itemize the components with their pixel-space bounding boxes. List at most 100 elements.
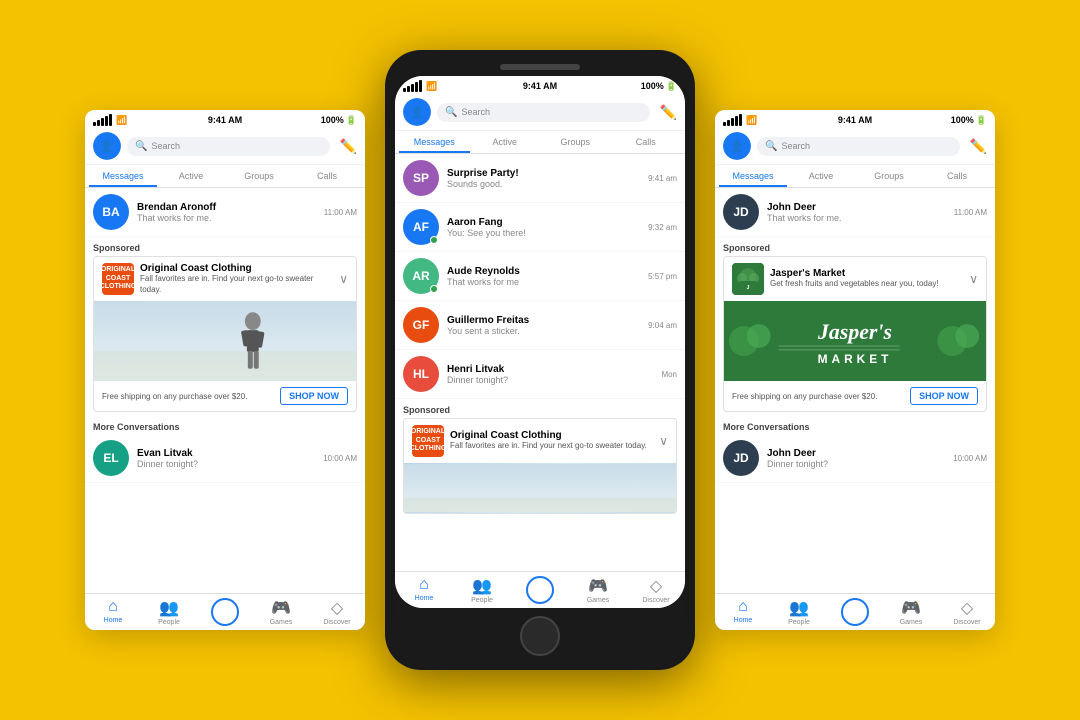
- nav-discover-right[interactable]: ◇ Discover: [939, 598, 995, 626]
- online-indicator: [430, 236, 438, 244]
- games-icon: 🎮: [588, 576, 608, 596]
- right-user-avatar: 👤: [723, 132, 751, 160]
- right-tabs: Messages Active Groups Calls: [715, 165, 995, 188]
- left-battery: 100%: [321, 115, 344, 125]
- list-item[interactable]: GF Guillermo Freitas You sent a sticker.…: [395, 301, 685, 350]
- avatar: JD: [723, 194, 759, 230]
- tab-groups-center[interactable]: Groups: [540, 131, 611, 153]
- left-phone: 📶 9:41 AM 100% 🔋 👤 🔍 Search ✏️: [85, 110, 365, 630]
- right-phone: 📶 9:41 AM 100% 🔋 👤 🔍 Search ✏️: [715, 110, 995, 630]
- tab-calls-right[interactable]: Calls: [923, 165, 991, 187]
- left-tabs: Messages Active Groups Calls: [85, 165, 365, 188]
- tab-calls-center[interactable]: Calls: [611, 131, 682, 153]
- tab-messages-right[interactable]: Messages: [719, 165, 787, 187]
- left-bottom-nav: ⌂ Home 👥 People 🎮 Games ◇ Discover: [85, 593, 365, 630]
- center-ad-image: [404, 463, 676, 513]
- right-bottom-nav: ⌂ Home 👥 People 🎮 Games ◇ Discover: [715, 593, 995, 630]
- home-icon: ⌂: [738, 598, 748, 616]
- svg-text:J: J: [747, 285, 750, 291]
- search-icon: 🔍: [445, 107, 457, 118]
- left-header: 👤 🔍 Search ✏️: [85, 128, 365, 165]
- people-icon: 👥: [789, 598, 809, 618]
- tab-messages-left[interactable]: Messages: [89, 165, 157, 187]
- tab-calls-left[interactable]: Calls: [293, 165, 361, 187]
- list-item[interactable]: JD John Deer Dinner tonight? 10:00 AM: [715, 434, 995, 483]
- left-search-bar[interactable]: 🔍 Search: [127, 137, 330, 156]
- right-status-bar: 📶 9:41 AM 100% 🔋: [715, 110, 995, 128]
- online-indicator: [430, 285, 438, 293]
- right-ad-image: Jasper's MARKET: [724, 301, 986, 381]
- nav-home-left[interactable]: ⌂ Home: [85, 598, 141, 626]
- center-messages: SP Surprise Party! Sounds good. 9:41 am …: [395, 154, 685, 571]
- right-shop-now-button[interactable]: SHOP NOW: [910, 387, 978, 405]
- svg-text:Jasper's: Jasper's: [817, 320, 892, 344]
- tab-active-right[interactable]: Active: [787, 165, 855, 187]
- list-item[interactable]: HL Henri Litvak Dinner tonight? Mon: [395, 350, 685, 399]
- left-status-bar: 📶 9:41 AM 100% 🔋: [85, 110, 365, 128]
- avatar: AF: [403, 209, 439, 245]
- left-shop-now-button[interactable]: SHOP NOW: [280, 387, 348, 405]
- right-messages: JD John Deer That works for me. 11:00 AM…: [715, 188, 995, 593]
- nav-discover-center[interactable]: ◇ Discover: [627, 576, 685, 604]
- nav-people-left[interactable]: 👥 People: [141, 598, 197, 626]
- nav-games-left[interactable]: 🎮 Games: [253, 598, 309, 626]
- center-edit-icon[interactable]: ✏️: [660, 104, 677, 121]
- center-status-bar: 📶 9:41 AM 100% 🔋: [395, 76, 685, 94]
- svg-text:MARKET: MARKET: [818, 352, 893, 366]
- tab-groups-left[interactable]: Groups: [225, 165, 293, 187]
- tab-active-left[interactable]: Active: [157, 165, 225, 187]
- right-sponsored-label: Sponsored: [715, 237, 995, 256]
- avatar: BA: [93, 194, 129, 230]
- nav-center-center[interactable]: [511, 576, 569, 604]
- avatar: AR: [403, 258, 439, 294]
- left-edit-icon[interactable]: ✏️: [340, 138, 357, 155]
- list-item[interactable]: SP Surprise Party! Sounds good. 9:41 am: [395, 154, 685, 203]
- nav-people-center[interactable]: 👥 People: [453, 576, 511, 604]
- nav-discover-left[interactable]: ◇ Discover: [309, 598, 365, 626]
- discover-icon: ◇: [650, 576, 662, 596]
- list-item[interactable]: BA Brendan Aronoff That works for me. 11…: [85, 188, 365, 237]
- right-edit-icon[interactable]: ✏️: [970, 138, 987, 155]
- list-item[interactable]: AR Aude Reynolds That works for me 5:57 …: [395, 252, 685, 301]
- right-header: 👤 🔍 Search ✏️: [715, 128, 995, 165]
- right-search-bar[interactable]: 🔍 Search: [757, 137, 960, 156]
- tab-groups-right[interactable]: Groups: [855, 165, 923, 187]
- chevron-down-icon: ∨: [659, 434, 668, 448]
- left-messages: BA Brendan Aronoff That works for me. 11…: [85, 188, 365, 593]
- tab-active-center[interactable]: Active: [470, 131, 541, 153]
- center-notch: [500, 64, 580, 70]
- discover-icon: ◇: [331, 598, 343, 618]
- left-ad-card: ORIGINALCOASTCLOTHING Original Coast Clo…: [93, 256, 357, 412]
- occ-logo: ORIGINALCOASTCLOTHING: [102, 263, 134, 295]
- center-search-bar[interactable]: 🔍 Search: [437, 103, 650, 122]
- nav-games-center[interactable]: 🎮 Games: [569, 576, 627, 604]
- right-more-label: More Conversations: [715, 418, 995, 434]
- tab-messages-center[interactable]: Messages: [399, 131, 470, 153]
- left-ad-image: [94, 301, 356, 381]
- nav-center-right[interactable]: [827, 598, 883, 626]
- search-icon: 🔍: [765, 141, 777, 152]
- people-icon: 👥: [159, 598, 179, 618]
- center-time: 9:41 AM: [523, 81, 557, 91]
- center-phone: 📶 9:41 AM 100% 🔋 👤 🔍 Search: [385, 50, 695, 670]
- home-icon: ⌂: [108, 598, 118, 616]
- list-item[interactable]: JD John Deer That works for me. 11:00 AM: [715, 188, 995, 237]
- people-icon: 👥: [472, 576, 492, 596]
- nav-center-left[interactable]: [197, 598, 253, 626]
- center-ad-card: ORIGINALCOASTCLOTHING Original Coast Clo…: [403, 418, 677, 514]
- nav-games-right[interactable]: 🎮 Games: [883, 598, 939, 626]
- list-item[interactable]: EL Evan Litvak Dinner tonight? 10:00 AM: [85, 434, 365, 483]
- chevron-down-icon: ∨: [339, 272, 348, 286]
- center-home-button[interactable]: [520, 616, 560, 656]
- center-screen: 📶 9:41 AM 100% 🔋 👤 🔍 Search: [395, 76, 685, 608]
- search-icon: 🔍: [135, 141, 147, 152]
- discover-icon: ◇: [961, 598, 973, 618]
- nav-home-center[interactable]: ⌂ Home: [395, 576, 453, 604]
- nav-home-right[interactable]: ⌂ Home: [715, 598, 771, 626]
- nav-people-right[interactable]: 👥 People: [771, 598, 827, 626]
- center-bottom-nav: ⌂ Home 👥 People 🎮 Games ◇: [395, 571, 685, 608]
- avatar: EL: [93, 440, 129, 476]
- list-item[interactable]: AF Aaron Fang You: See you there! 9:32 a…: [395, 203, 685, 252]
- avatar: HL: [403, 356, 439, 392]
- games-icon: 🎮: [901, 598, 921, 618]
